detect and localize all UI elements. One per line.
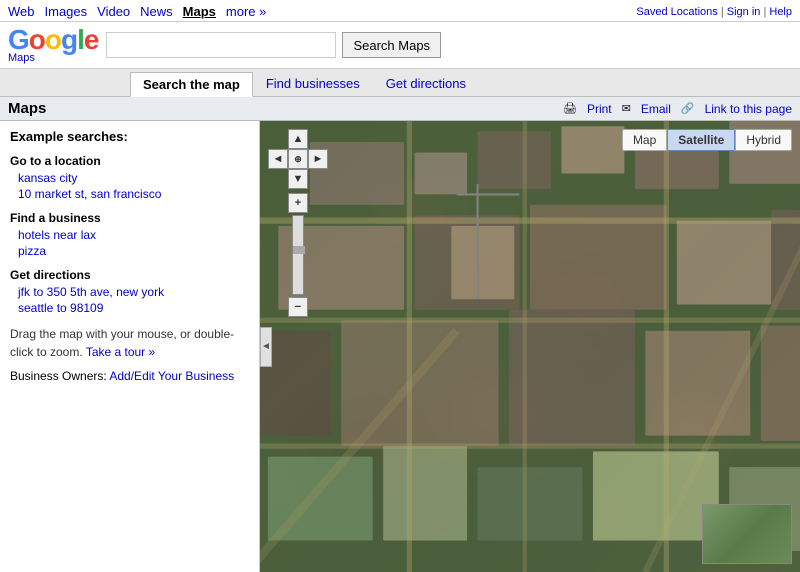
nav-maps[interactable]: Maps <box>183 4 216 19</box>
pan-left-button[interactable]: ◄ <box>268 149 288 169</box>
panel-collapse-handle[interactable]: ◄ <box>260 327 272 367</box>
logo-o1: o <box>29 24 45 55</box>
sign-in-link[interactable]: Sign in <box>727 6 761 18</box>
tab-find-businesses[interactable]: Find businesses <box>253 71 373 96</box>
link-icon: 🔗 <box>681 102 695 115</box>
logo-l: l <box>77 24 84 55</box>
left-panel: Example searches: Go to a location kansa… <box>0 121 260 572</box>
top-nav: Web Images Video News Maps more » <box>8 4 276 19</box>
main-content: Example searches: Go to a location kansa… <box>0 121 800 572</box>
map-type-hybrid[interactable]: Hybrid <box>735 129 792 151</box>
example-seattle[interactable]: seattle to 98109 <box>18 301 249 315</box>
ctrl-empty-br <box>308 169 328 189</box>
top-bar: Web Images Video News Maps more » Saved … <box>0 0 800 22</box>
nav-cross: ▲ ◄ ⊕ ► ▼ <box>268 129 328 189</box>
logo-e: e <box>84 24 99 55</box>
print-icon: 🖨 <box>563 102 577 115</box>
nav-video[interactable]: Video <box>97 4 130 19</box>
zoom-out-button[interactable]: − <box>288 297 308 317</box>
map-type-satellite[interactable]: Satellite <box>667 129 735 151</box>
pan-up-button[interactable]: ▲ <box>288 129 308 149</box>
map-thumbnail[interactable] <box>702 504 792 564</box>
map-type-buttons: Map Satellite Hybrid <box>622 129 792 151</box>
google-logo: Google <box>8 26 98 54</box>
pan-center-button[interactable]: ⊕ <box>288 149 308 169</box>
ctrl-empty-bl <box>268 169 288 189</box>
map-controls: ▲ ◄ ⊕ ► ▼ + − <box>268 129 328 317</box>
page-title: Maps <box>8 100 46 117</box>
zoom-track[interactable] <box>292 215 304 295</box>
print-email-bar: 🖨 Print ✉ Email 🔗 Link to this page <box>563 102 792 116</box>
pan-right-button[interactable]: ► <box>308 149 328 169</box>
map-area[interactable]: ▲ ◄ ⊕ ► ▼ + − Map Satellite Hybrid <box>260 121 800 572</box>
zoom-handle[interactable] <box>293 246 305 254</box>
nav-images[interactable]: Images <box>45 4 88 19</box>
tour-link[interactable]: Take a tour » <box>86 345 155 359</box>
search-maps-button[interactable]: Search Maps <box>342 32 441 58</box>
nav-web[interactable]: Web <box>8 4 35 19</box>
example-searches-title: Example searches: <box>10 129 249 144</box>
search-area: Search Maps <box>106 32 792 58</box>
print-link[interactable]: Print <box>587 102 612 116</box>
pan-down-button[interactable]: ▼ <box>288 169 308 189</box>
tab-bar: Search the map Find businesses Get direc… <box>0 69 800 97</box>
example-jfk-5thave[interactable]: jfk to 350 5th ave, new york <box>18 285 249 299</box>
find-business-label: Find a business <box>10 211 249 225</box>
example-market-st[interactable]: 10 market st, san francisco <box>18 187 249 201</box>
go-to-location-label: Go to a location <box>10 154 249 168</box>
zoom-in-button[interactable]: + <box>288 193 308 213</box>
logo-g: G <box>8 24 29 55</box>
logo-search-row: Google Maps Search Maps <box>0 22 800 69</box>
logo-o2: o <box>45 24 61 55</box>
top-right-links: Saved Locations | Sign in | Help <box>636 6 792 18</box>
zoom-bar: + − <box>288 193 308 317</box>
add-edit-business-link[interactable]: Add/Edit Your Business <box>109 369 234 383</box>
email-icon: ✉ <box>622 102 631 115</box>
maps-subtitle: Maps <box>8 52 35 64</box>
logo-g2: g <box>61 24 77 55</box>
tab-get-directions[interactable]: Get directions <box>373 71 479 96</box>
biz-owner-row: Business Owners: Add/Edit Your Business <box>10 369 249 383</box>
example-pizza[interactable]: pizza <box>18 244 249 258</box>
saved-locations-link[interactable]: Saved Locations <box>636 6 717 18</box>
header-row: Maps 🖨 Print ✉ Email 🔗 Link to this page <box>0 97 800 121</box>
example-hotels-lax[interactable]: hotels near lax <box>18 228 249 242</box>
link-to-page[interactable]: Link to this page <box>705 102 792 116</box>
nav-more[interactable]: more » <box>226 4 266 19</box>
example-kansas-city[interactable]: kansas city <box>18 171 249 185</box>
biz-owner-label: Business Owners: <box>10 369 107 383</box>
thumbnail-image <box>703 505 791 563</box>
get-directions-label: Get directions <box>10 268 249 282</box>
ctrl-empty-tr <box>308 129 328 149</box>
drag-info-text: Drag the map with your mouse, or double-… <box>10 325 249 361</box>
ctrl-empty-tl <box>268 129 288 149</box>
nav-news[interactable]: News <box>140 4 173 19</box>
search-input[interactable] <box>106 32 336 58</box>
help-link[interactable]: Help <box>769 6 792 18</box>
tab-search-map[interactable]: Search the map <box>130 72 253 97</box>
email-link[interactable]: Email <box>641 102 671 116</box>
logo-box: Google Maps <box>8 26 98 64</box>
map-type-map[interactable]: Map <box>622 129 667 151</box>
